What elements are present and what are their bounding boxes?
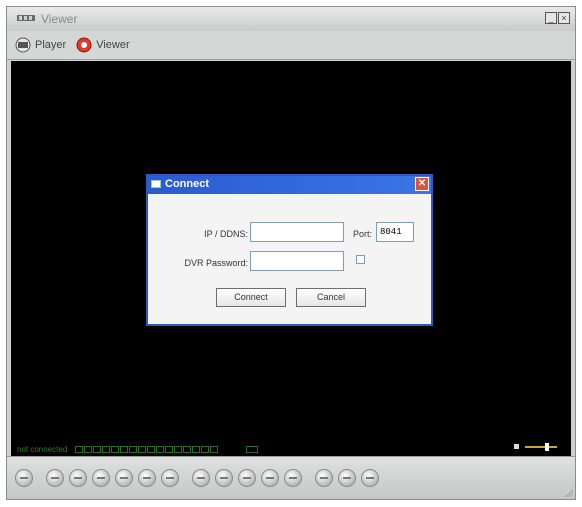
- viewer-icon: [76, 37, 92, 53]
- control-button[interactable]: [215, 469, 233, 487]
- control-button[interactable]: [92, 469, 110, 487]
- channel-indicator[interactable]: [156, 445, 165, 453]
- channel-indicator[interactable]: [75, 445, 84, 453]
- port-label: Port:: [352, 229, 372, 239]
- control-bar: [7, 456, 575, 499]
- player-mode-button[interactable]: Player: [13, 37, 66, 53]
- channel-indicator[interactable]: [102, 445, 111, 453]
- app-logo-icon: [17, 15, 35, 21]
- cancel-button[interactable]: Cancel: [296, 288, 366, 307]
- dialog-window-icon: [151, 180, 161, 188]
- dialog-close-button[interactable]: ✕: [415, 177, 429, 191]
- ip-input[interactable]: [250, 222, 344, 242]
- channel-indicator[interactable]: [192, 445, 201, 453]
- control-button[interactable]: [361, 469, 379, 487]
- viewer-label: Viewer: [96, 39, 130, 51]
- window-title: Viewer: [41, 12, 78, 26]
- status-bar: not connected: [17, 442, 565, 454]
- channel-indicator[interactable]: [120, 445, 129, 453]
- speaker-icon: [514, 444, 519, 449]
- connection-status: not connected: [17, 444, 68, 454]
- save-password-checkbox[interactable]: [356, 255, 365, 264]
- window-controls: _ ×: [545, 12, 570, 24]
- control-button[interactable]: [46, 469, 64, 487]
- connect-dialog: Connect ✕ IP / DDNS: Port: DVR Password:…: [146, 174, 433, 326]
- control-button[interactable]: [284, 469, 302, 487]
- control-button[interactable]: [315, 469, 333, 487]
- control-button[interactable]: [238, 469, 256, 487]
- record-indicator: [246, 445, 259, 453]
- control-button[interactable]: [69, 469, 87, 487]
- volume-knob[interactable]: [545, 442, 549, 451]
- control-button[interactable]: [115, 469, 133, 487]
- channel-indicator[interactable]: [84, 445, 93, 453]
- port-input[interactable]: [376, 222, 414, 242]
- player-icon: [15, 37, 31, 53]
- control-button[interactable]: [161, 469, 179, 487]
- control-button[interactable]: [261, 469, 279, 487]
- viewer-mode-button[interactable]: Viewer: [74, 37, 130, 53]
- title-bar: Viewer _ ×: [7, 7, 575, 31]
- control-button[interactable]: [138, 469, 156, 487]
- channel-indicator[interactable]: [111, 445, 120, 453]
- connect-button[interactable]: Connect: [216, 288, 286, 307]
- volume-slider[interactable]: [525, 442, 557, 451]
- control-button[interactable]: [338, 469, 356, 487]
- resize-grip[interactable]: [565, 489, 573, 497]
- player-label: Player: [35, 39, 67, 51]
- ip-label: IP / DDNS:: [204, 229, 248, 239]
- control-button[interactable]: [15, 469, 33, 487]
- close-button[interactable]: ×: [558, 12, 570, 24]
- dialog-body: IP / DDNS: Port: DVR Password: Connect C…: [148, 194, 431, 324]
- channel-indicator[interactable]: [201, 445, 210, 453]
- channel-indicator[interactable]: [129, 445, 138, 453]
- volume-control[interactable]: [514, 442, 557, 451]
- minimize-button[interactable]: _: [545, 12, 557, 24]
- password-input[interactable]: [250, 251, 344, 271]
- channel-indicator[interactable]: [93, 445, 102, 453]
- channel-indicator[interactable]: [138, 445, 147, 453]
- channel-indicator[interactable]: [210, 445, 219, 453]
- channel-indicator[interactable]: [147, 445, 156, 453]
- channel-indicator[interactable]: [174, 445, 183, 453]
- channel-indicator[interactable]: [165, 445, 174, 453]
- channel-indicator[interactable]: [183, 445, 192, 453]
- dialog-title: Connect: [165, 178, 209, 190]
- mode-toolbar: Player Viewer: [7, 31, 575, 60]
- password-label: DVR Password:: [184, 258, 248, 268]
- channel-indicators: [75, 445, 219, 453]
- dialog-title-bar: Connect ✕: [148, 176, 431, 194]
- control-button[interactable]: [192, 469, 210, 487]
